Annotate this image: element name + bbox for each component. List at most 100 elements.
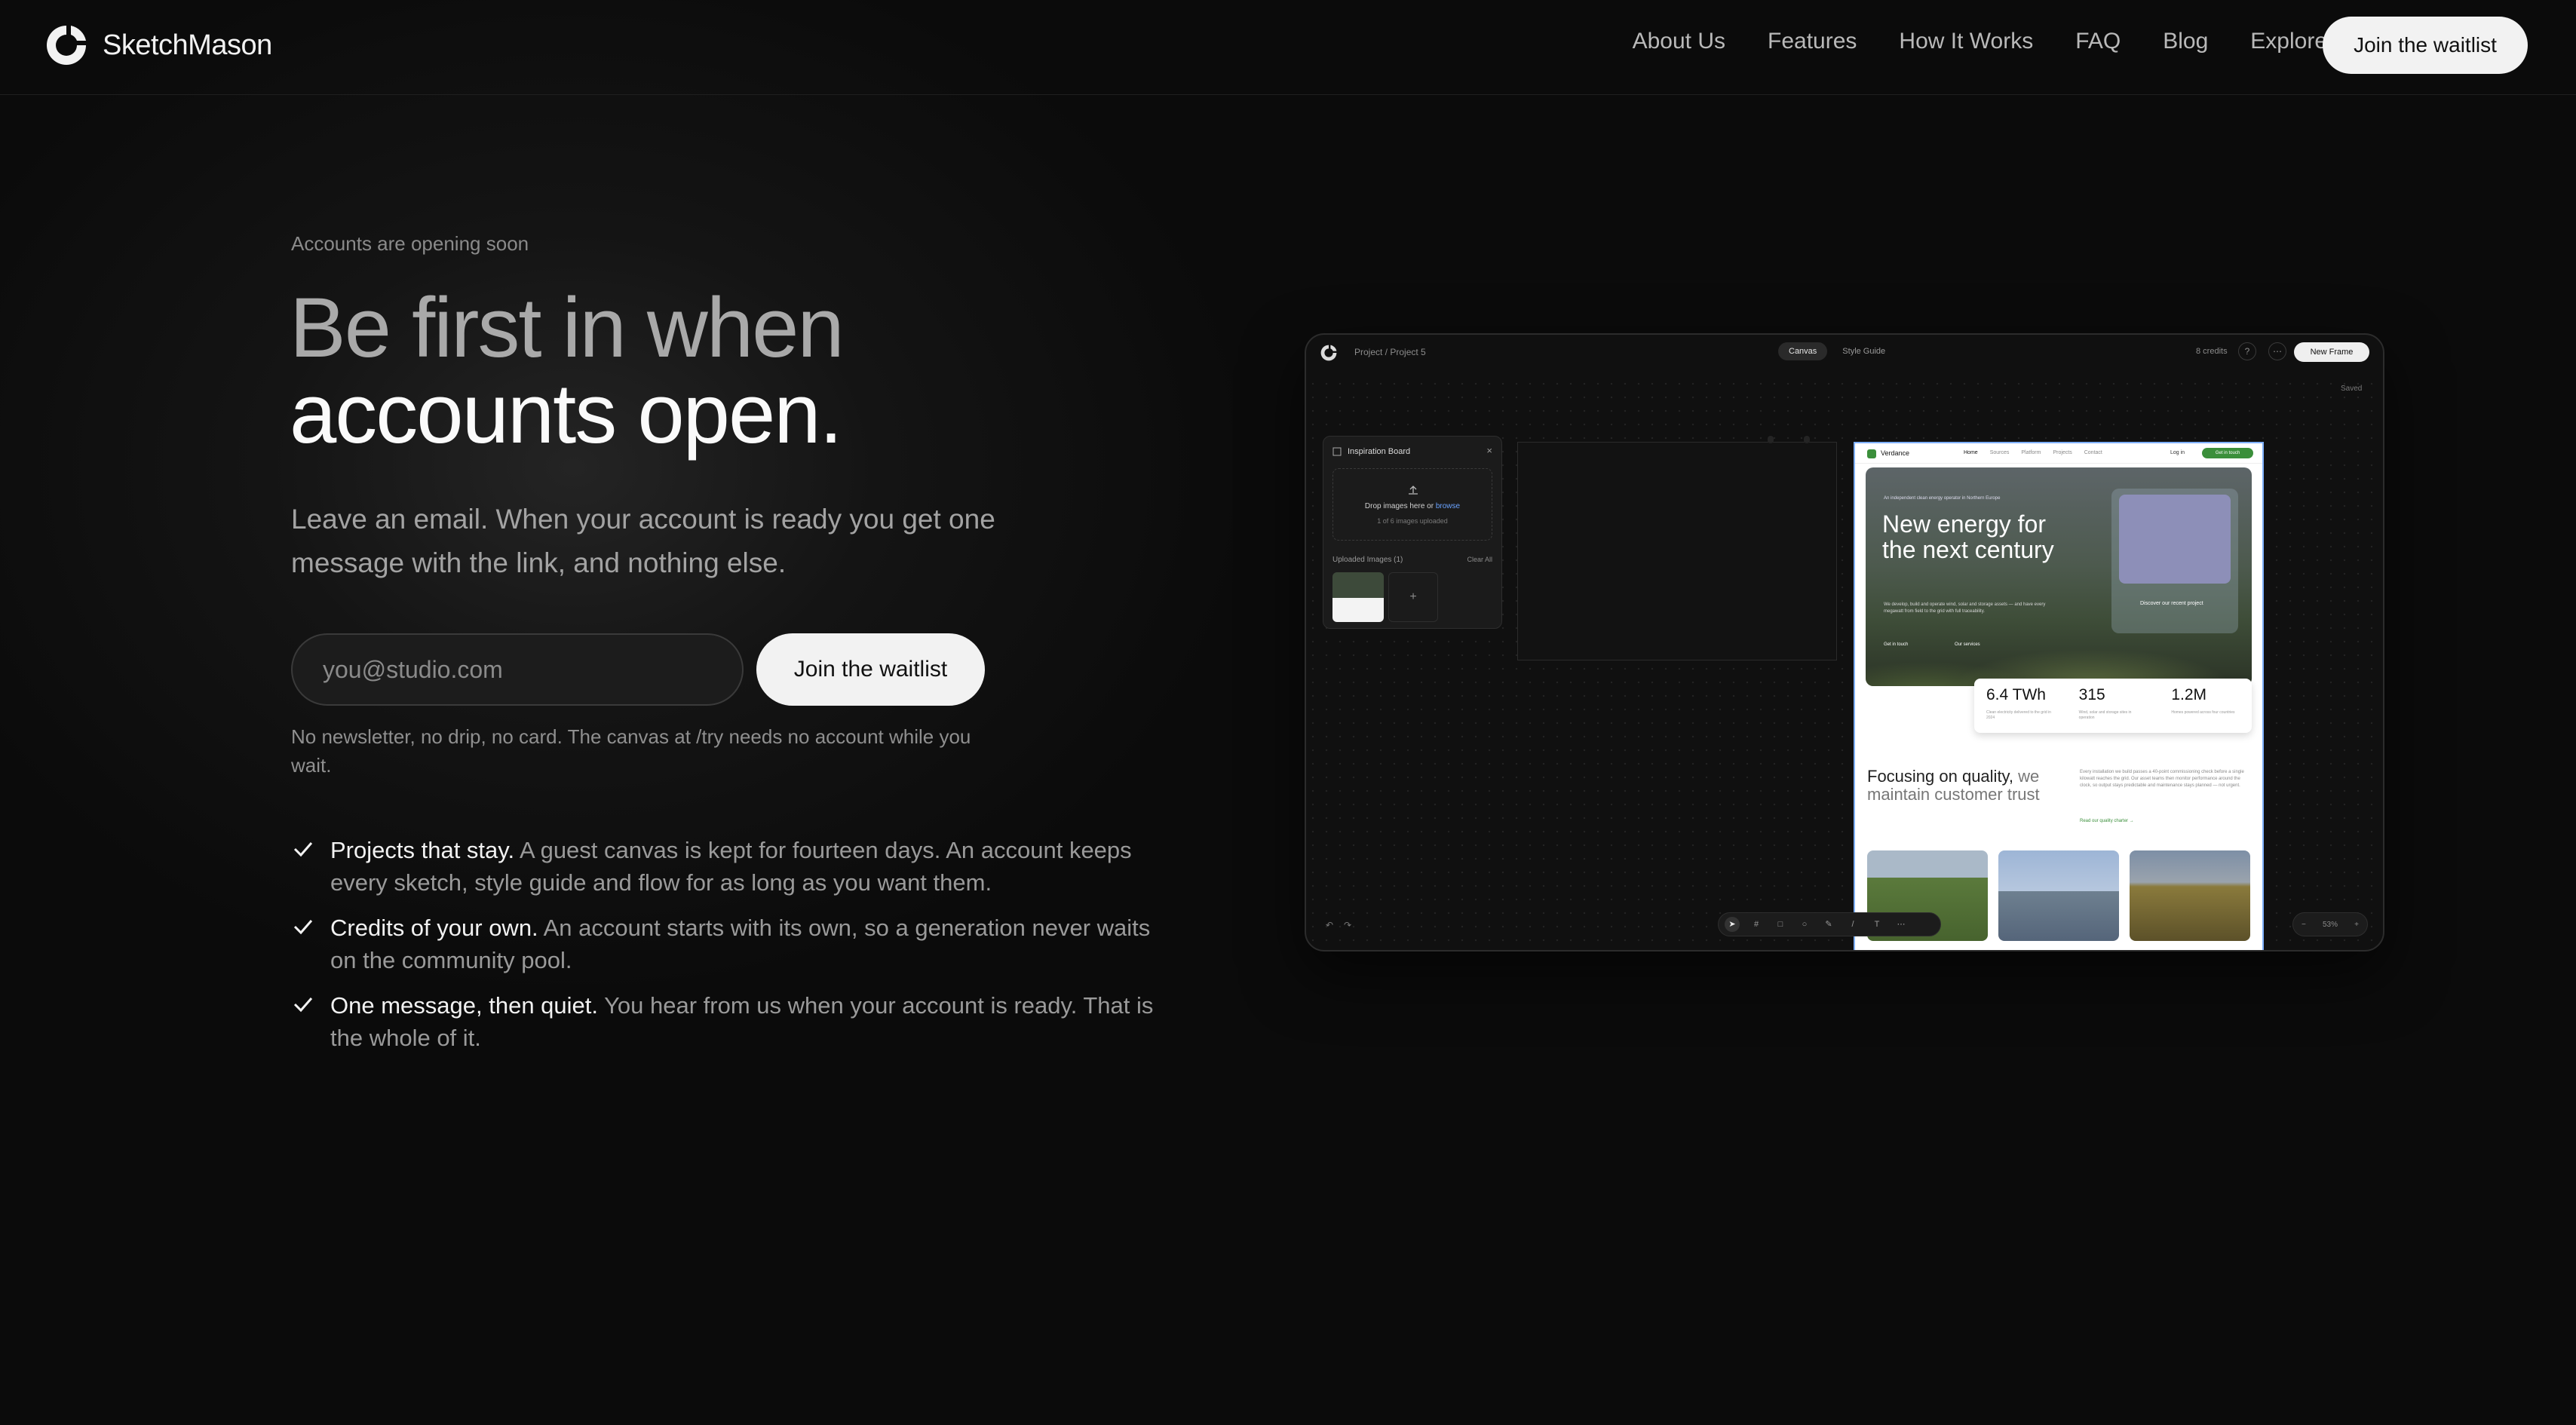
feature-item: Credits of your own. An account starts w… (291, 912, 1158, 976)
browse-link[interactable]: browse (1436, 502, 1460, 510)
drop-label: Drop images here or (1364, 502, 1434, 510)
undo-icon[interactable]: ↶ (1326, 920, 1333, 930)
inspiration-title: Inspiration Board (1348, 447, 1411, 456)
hero-note: No newsletter, no drip, no card. The can… (291, 725, 971, 777)
text-tool-icon[interactable]: T (1869, 917, 1884, 932)
headline-line-1: Be first in when (290, 280, 845, 375)
frame-tool-icon[interactable]: # (1749, 917, 1764, 932)
stat-value: 6.4 TWh (1986, 686, 2046, 703)
site-hero-button[interactable]: Get in touch (1884, 642, 1908, 647)
join-waitlist-button[interactable]: Join the waitlist (756, 633, 985, 706)
card-image (2119, 495, 2231, 584)
nav-blog[interactable]: Blog (2163, 29, 2208, 54)
select-tool-icon[interactable]: ➤ (1725, 917, 1740, 932)
site-link[interactable]: Home (1964, 450, 1978, 455)
site-link[interactable]: Projects (2053, 450, 2072, 455)
uploaded-thumbnail[interactable] (1332, 572, 1384, 622)
add-image-button[interactable]: + (1388, 572, 1438, 622)
site-nav: Verdance Home Sources Platform Projects … (1855, 443, 2262, 464)
site-link[interactable]: Platform (2021, 450, 2041, 455)
upload-count: 1 of 6 images uploaded (1377, 517, 1448, 525)
site-get-in-touch[interactable]: Get in touch (2202, 448, 2253, 458)
check-icon (293, 998, 313, 1013)
logo-icon (1320, 345, 1337, 361)
brand[interactable]: SketchMason (44, 23, 272, 68)
feature-lead: Credits of your own. (330, 915, 538, 941)
check-icon (293, 920, 313, 935)
uploaded-label: Uploaded Images (1) (1332, 556, 1403, 564)
frame-chip[interactable] (1804, 436, 1810, 443)
brand-name: SketchMason (103, 29, 272, 61)
site-hero-card[interactable]: Discover our recent project (2111, 489, 2238, 633)
focus-title-a: Focusing on quality, (1867, 767, 2014, 786)
ellipse-tool-icon[interactable]: ○ (1797, 917, 1812, 932)
site-stats: 6.4 TWh Clean electricity delivered to t… (1974, 679, 2252, 733)
hero-headline: Be first in when accounts open. (290, 280, 845, 461)
site-image-tile (2130, 850, 2250, 941)
site-hero-title: New energy for the next century (1882, 510, 2054, 563)
app-preview: Project / Project 5 Canvas Style Guide 8… (1305, 333, 2384, 952)
site-name: Verdance (1881, 449, 1910, 457)
nav-faq[interactable]: FAQ (2075, 29, 2121, 54)
stat: 315 Wind, solar and storage sites in ope… (2067, 679, 2160, 733)
website-frame[interactable]: Verdance Home Sources Platform Projects … (1854, 442, 2264, 950)
stat-value: 315 (2078, 686, 2105, 703)
view-tabs: Canvas Style Guide (1778, 342, 1900, 360)
tab-canvas[interactable]: Canvas (1778, 342, 1828, 360)
tool-palette: ➤ # □ ○ ✎ / T ⋯ (1718, 912, 1941, 936)
tab-style-guide[interactable]: Style Guide (1832, 342, 1896, 360)
site-link[interactable]: Sources (1990, 450, 2010, 455)
dropzone-text: Drop images here or browse (1333, 502, 1492, 510)
frame-chip[interactable] (1768, 436, 1774, 443)
redo-icon[interactable]: ↷ (1344, 920, 1351, 930)
stat-value: 1.2M (2171, 686, 2207, 703)
site-link[interactable]: Contact (2084, 450, 2102, 455)
check-icon (293, 842, 313, 857)
rectangle-tool-icon[interactable]: □ (1773, 917, 1788, 932)
site-hero-desc: We develop, build and operate wind, sola… (1884, 602, 2046, 614)
feature-item: One message, then quiet. You hear from u… (291, 989, 1158, 1054)
hero-eyebrow: Accounts are opening soon (291, 232, 529, 255)
new-frame-button[interactable]: New Frame (2294, 342, 2369, 362)
zoom-out-icon[interactable]: − (2302, 921, 2306, 929)
empty-frame[interactable] (1517, 442, 1837, 660)
stat-desc: Clean electricity delivered to the grid … (1986, 710, 2051, 720)
stat: 6.4 TWh Clean electricity delivered to t… (1974, 679, 2067, 733)
site-focus-body: Every installation we build passes a 40-… (2080, 770, 2244, 788)
top-nav: SketchMason About Us Features How It Wor… (0, 0, 2576, 95)
feature-lead: One message, then quiet. (330, 992, 599, 1019)
site-focus-link[interactable]: Read our quality charter → (2080, 819, 2134, 823)
nav-join-waitlist-button[interactable]: Join the waitlist (2323, 17, 2528, 74)
image-dropzone[interactable]: Drop images here or browse 1 of 6 images… (1332, 468, 1492, 541)
saved-status: Saved (2341, 385, 2363, 393)
feature-item: Projects that stay. A guest canvas is ke… (291, 834, 1158, 899)
hero-lede: Leave an email. When your account is rea… (291, 504, 995, 578)
feature-list: Projects that stay. A guest canvas is ke… (291, 834, 1158, 1067)
email-input[interactable] (291, 633, 744, 706)
site-login[interactable]: Log in (2170, 450, 2185, 455)
site-image-tile (1998, 850, 2119, 941)
nav-links: About Us Features How It Works FAQ Blog … (1590, 29, 2327, 54)
zoom-control: − 53% + (2292, 912, 2368, 936)
stat-desc: Homes powered across four countries (2171, 710, 2235, 715)
site-focus-title: Focusing on quality, we maintain custome… (1867, 768, 2071, 804)
breadcrumb[interactable]: Project / Project 5 (1354, 347, 1426, 357)
site-links: Home Sources Platform Projects Contact (1964, 450, 2114, 455)
nav-about-us[interactable]: About Us (1633, 29, 1725, 54)
line-tool-icon[interactable]: / (1845, 917, 1860, 932)
pen-tool-icon[interactable]: ✎ (1821, 917, 1836, 932)
nav-features[interactable]: Features (1768, 29, 1857, 54)
site-hero-button[interactable]: Our services (1955, 642, 1980, 647)
image-icon (1332, 447, 1342, 456)
help-icon[interactable]: ? (2238, 342, 2256, 360)
card-text: Discover our recent project (2140, 601, 2203, 606)
more-tools-icon[interactable]: ⋯ (1894, 917, 1909, 932)
headline-line-2: accounts open. (290, 366, 843, 461)
clear-all-button[interactable]: Clear All (1467, 556, 1492, 563)
nav-how-it-works[interactable]: How It Works (1899, 29, 2033, 54)
zoom-in-icon[interactable]: + (2354, 921, 2359, 929)
settings-icon[interactable]: ⋯ (2268, 342, 2286, 360)
nav-explore[interactable]: Explore (2250, 29, 2327, 54)
logo-icon (47, 26, 86, 65)
close-icon[interactable]: × (1486, 445, 1492, 456)
